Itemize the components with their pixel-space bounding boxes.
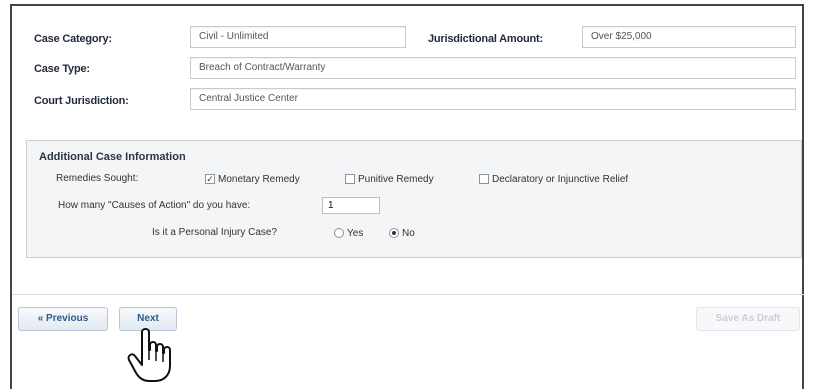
hand-pointer-icon — [127, 328, 171, 382]
case-type-field[interactable]: Breach of Contract/Warranty — [190, 57, 796, 79]
punitive-remedy-checkbox[interactable] — [345, 174, 355, 184]
personal-injury-no-label: No — [402, 228, 415, 239]
case-category-field[interactable]: Civil - Unlimited — [190, 26, 406, 48]
court-jurisdiction-label: Court Jurisdiction: — [34, 95, 129, 107]
previous-button[interactable]: « Previous — [18, 307, 108, 331]
declaratory-relief-checkbox[interactable] — [479, 174, 489, 184]
jurisdictional-amount-label: Jurisdictional Amount: — [428, 33, 543, 45]
monetary-remedy-checkbox[interactable]: ✓ — [205, 174, 215, 184]
additional-info-title: Additional Case Information — [39, 151, 186, 163]
personal-injury-no-radio[interactable] — [389, 228, 399, 238]
section-divider — [12, 294, 804, 295]
case-type-label: Case Type: — [34, 63, 90, 75]
personal-injury-yes-radio[interactable] — [334, 228, 344, 238]
court-jurisdiction-field[interactable]: Central Justice Center — [190, 88, 796, 110]
case-category-label: Case Category: — [34, 33, 112, 45]
declaratory-relief-label: Declaratory or Injunctive Relief — [492, 174, 629, 185]
save-as-draft-button[interactable]: Save As Draft — [696, 307, 800, 331]
additional-info-section: Additional Case Information — [26, 140, 802, 258]
personal-injury-yes-label: Yes — [347, 228, 364, 239]
causes-of-action-input[interactable]: 1 — [322, 197, 380, 214]
causes-of-action-label: How many "Causes of Action" do you have: — [58, 200, 251, 211]
personal-injury-label: Is it a Personal Injury Case? — [152, 227, 278, 238]
remedies-label: Remedies Sought: — [56, 173, 139, 184]
monetary-remedy-label: Monetary Remedy — [218, 174, 300, 185]
jurisdictional-amount-field[interactable]: Over $25,000 — [582, 26, 796, 48]
punitive-remedy-label: Punitive Remedy — [358, 174, 434, 185]
